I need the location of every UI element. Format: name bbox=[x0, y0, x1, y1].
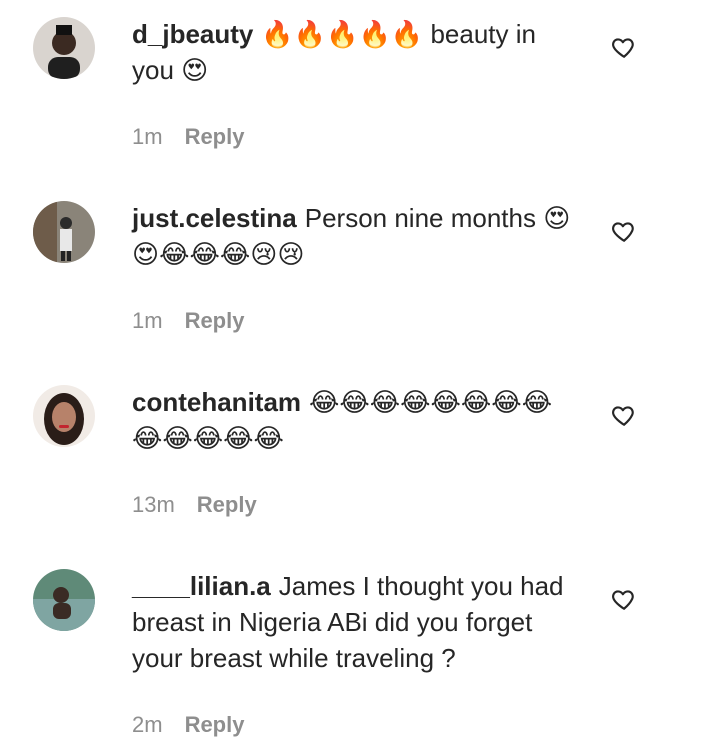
comment-time: 2m bbox=[132, 712, 163, 737]
comment-text-block: ____lilian.a James I thought you had brea… bbox=[132, 568, 572, 676]
comment-meta: 1m Reply bbox=[132, 308, 244, 334]
heart-icon[interactable] bbox=[611, 34, 637, 60]
comment-meta: 2m Reply bbox=[132, 712, 244, 738]
comment-username[interactable]: d_jbeauty bbox=[132, 19, 253, 49]
reply-button[interactable]: Reply bbox=[185, 124, 245, 149]
comment-meta: 1m Reply bbox=[132, 124, 244, 150]
avatar[interactable] bbox=[33, 569, 95, 631]
avatar[interactable] bbox=[33, 201, 95, 263]
comment-meta: 13m Reply bbox=[132, 492, 257, 518]
heart-icon[interactable] bbox=[611, 586, 637, 612]
comment-time: 13m bbox=[132, 492, 175, 517]
reply-button[interactable]: Reply bbox=[185, 308, 245, 333]
comment-username[interactable]: ____lilian.a bbox=[132, 571, 271, 601]
comment-time: 1m bbox=[132, 124, 163, 149]
heart-icon[interactable] bbox=[611, 218, 637, 244]
comment-username[interactable]: contehanitam bbox=[132, 387, 301, 417]
comment-time: 1m bbox=[132, 308, 163, 333]
avatar[interactable] bbox=[33, 17, 95, 79]
comment-text-block: just.celestina Person nine months 😍😍😂😂😂😢😢 bbox=[132, 200, 572, 272]
comment-username[interactable]: just.celestina bbox=[132, 203, 297, 233]
comment-text-block: d_jbeauty 🔥🔥🔥🔥🔥 beauty in you 😍 bbox=[132, 16, 572, 88]
reply-button[interactable]: Reply bbox=[185, 712, 245, 737]
heart-icon[interactable] bbox=[611, 402, 637, 428]
comment-text-block: contehanitam 😂😂😂😂😂😂😂😂😂😂😂😂😂 bbox=[132, 384, 572, 456]
avatar[interactable] bbox=[33, 385, 95, 447]
reply-button[interactable]: Reply bbox=[197, 492, 257, 517]
